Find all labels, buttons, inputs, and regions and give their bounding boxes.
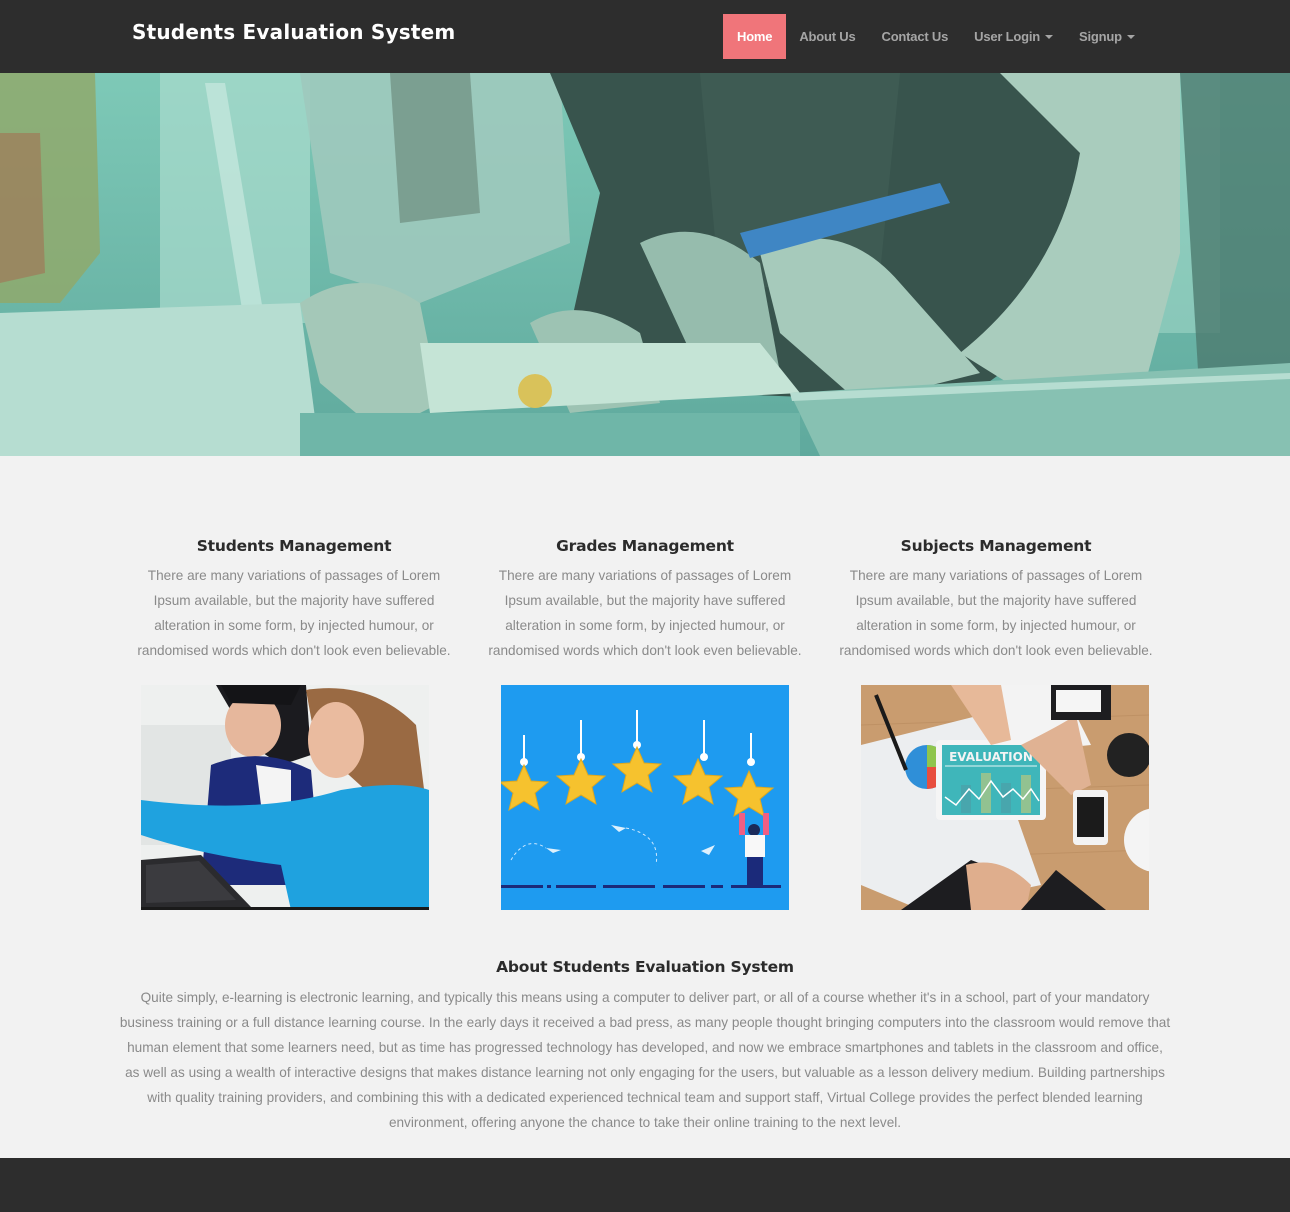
- main-nav: Home About Us Contact Us User Login Sign…: [723, 14, 1148, 59]
- nav-user-login-label: User Login: [974, 29, 1041, 44]
- brand-logo[interactable]: Students Evaluation System: [132, 20, 455, 44]
- about-section: About Students Evaluation System Quite s…: [115, 955, 1175, 1135]
- students-management-image: [141, 685, 429, 910]
- nav-home[interactable]: Home: [723, 14, 787, 59]
- feature-description: There are many variations of passages of…: [488, 568, 802, 658]
- feature-subjects-management: Subjects Management There are many varia…: [831, 533, 1161, 663]
- five-star-rating-illustration: [501, 685, 789, 910]
- caret-down-icon: [1126, 34, 1135, 39]
- top-navbar: Students Evaluation System Home About Us…: [0, 0, 1290, 73]
- hero-students-illustration: [0, 73, 1290, 456]
- about-title: About Students Evaluation System: [496, 958, 794, 976]
- feature-title: Grades Management: [556, 537, 734, 555]
- page-footer: [0, 1158, 1290, 1212]
- nav-signup-label: Signup: [1079, 29, 1122, 44]
- feature-description: There are many variations of passages of…: [839, 568, 1153, 658]
- nav-about-us[interactable]: About Us: [786, 14, 868, 59]
- nav-about-us-label: About Us: [799, 29, 856, 44]
- hero-banner-image: [0, 73, 1290, 456]
- nav-contact-us[interactable]: Contact Us: [869, 14, 962, 59]
- nav-signup-dropdown[interactable]: Signup: [1066, 14, 1148, 59]
- caret-down-icon: [1045, 34, 1054, 39]
- nav-home-label: Home: [737, 29, 773, 44]
- feature-description: There are many variations of passages of…: [137, 568, 451, 658]
- feature-students-management: Students Management There are many varia…: [129, 533, 459, 663]
- evaluation-tablet-photo: EVALUATION: [861, 685, 1149, 910]
- tablet-evaluation-text: EVALUATION: [949, 750, 1033, 764]
- nav-user-login-dropdown[interactable]: User Login: [961, 14, 1066, 59]
- about-text: Quite simply, e-learning is electronic l…: [119, 990, 1171, 1130]
- subjects-management-image: EVALUATION: [861, 685, 1149, 910]
- feature-title: Subjects Management: [900, 537, 1092, 555]
- feature-grades-management: Grades Management There are many variati…: [480, 533, 810, 663]
- students-at-computer-photo: [141, 685, 429, 910]
- grades-management-image: [501, 685, 789, 910]
- feature-title: Students Management: [196, 537, 392, 555]
- nav-contact-us-label: Contact Us: [881, 29, 949, 44]
